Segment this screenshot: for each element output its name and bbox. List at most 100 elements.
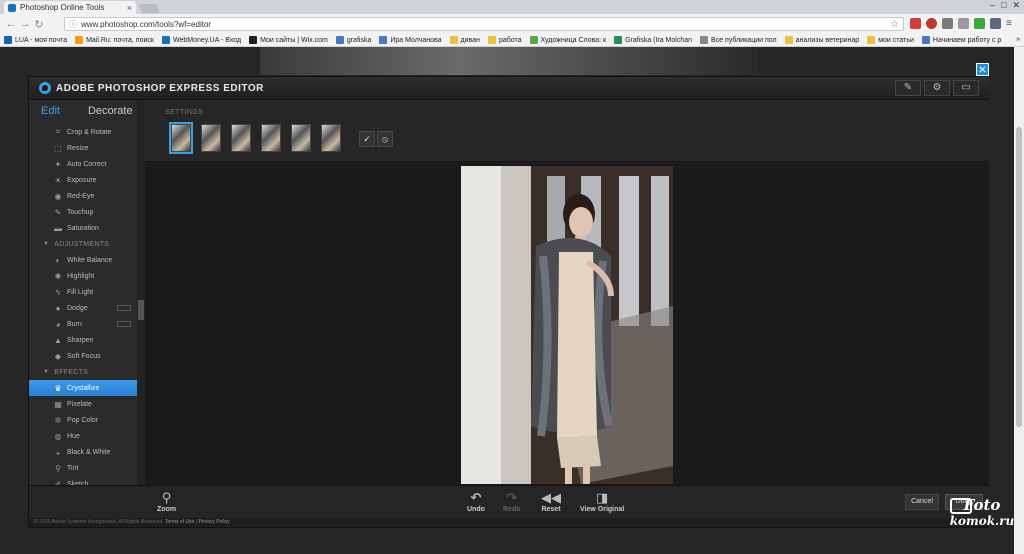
sidebar-item-soft-focus[interactable]: ◆ Soft Focus bbox=[29, 348, 137, 364]
sidebar-item-burn[interactable]: ◕ Burn bbox=[29, 316, 137, 332]
sidebar-scrollbar[interactable] bbox=[137, 100, 145, 510]
section-adjustments[interactable]: ▼ ADJUSTMENTS bbox=[29, 236, 137, 252]
photo-canvas[interactable] bbox=[461, 166, 673, 484]
preset-thumbnail[interactable] bbox=[169, 122, 193, 154]
bookmark-item[interactable]: диван bbox=[449, 36, 480, 44]
sidebar-item-touchup[interactable]: ✎ Touchup bbox=[29, 204, 137, 220]
bookmark-label: WebMoney.UA - Вход bbox=[172, 36, 242, 44]
redo-button[interactable]: ↷ Redo bbox=[503, 490, 521, 513]
reset-button[interactable]: ◀◀ Reset bbox=[541, 490, 561, 513]
sidebar-item-pop-color[interactable]: ✲ Pop Color bbox=[29, 412, 137, 428]
sidebar-item-tint[interactable]: ⚲ Tint bbox=[29, 460, 137, 476]
bookmark-item[interactable]: работа bbox=[487, 36, 522, 44]
tab-close-icon[interactable]: × bbox=[127, 3, 132, 13]
extension-icon[interactable] bbox=[942, 18, 953, 29]
brush-icon[interactable]: ✎ bbox=[895, 80, 921, 96]
cancel-button[interactable]: Cancel bbox=[905, 494, 939, 510]
close-window-button[interactable]: ✕ bbox=[1012, 0, 1020, 11]
extensions-area: ≡ bbox=[910, 18, 1017, 29]
bookmark-favicon-icon bbox=[161, 36, 170, 44]
url-field[interactable]: ⓘ www.photoshop.com/tools?wf=editor ☆ bbox=[64, 17, 904, 31]
browser-tab[interactable]: Photoshop Online Tools × bbox=[4, 1, 136, 14]
sidebar-item-crop-rotate[interactable]: ⌗ Crop & Rotate bbox=[29, 124, 137, 140]
bookmark-item[interactable]: Все публикации пол bbox=[700, 36, 777, 44]
scrollbar-thumb[interactable] bbox=[1016, 127, 1022, 427]
preset-thumbnail[interactable] bbox=[201, 124, 221, 152]
gear-icon[interactable]: ⚙ bbox=[924, 80, 950, 96]
brush-mode-toggle[interactable] bbox=[117, 305, 131, 311]
bookmark-favicon-icon bbox=[335, 36, 344, 44]
bookmark-item[interactable]: Начинаем работу с р bbox=[921, 36, 1001, 44]
browser-tab-bar: Photoshop Online Tools × – □ ✕ bbox=[0, 0, 1024, 14]
undo-button[interactable]: ↶ Undo bbox=[467, 490, 485, 513]
sidebar-item-pixelate[interactable]: ▦ Pixelate bbox=[29, 396, 137, 412]
extension-icon[interactable] bbox=[958, 18, 969, 29]
reset-settings-button[interactable]: ⦸ bbox=[377, 131, 393, 147]
minimize-button[interactable]: – bbox=[990, 0, 995, 11]
preset-thumbnail[interactable] bbox=[291, 124, 311, 152]
sidebar-item-saturation[interactable]: ▬ Saturation bbox=[29, 220, 137, 236]
preset-thumbnail[interactable] bbox=[261, 124, 281, 152]
extension-icon[interactable] bbox=[974, 18, 985, 29]
extension-icon[interactable] bbox=[910, 18, 921, 29]
sidebar-item-resize[interactable]: ⬚ Resize bbox=[29, 140, 137, 156]
canvas-area[interactable] bbox=[145, 163, 989, 510]
terms-link[interactable]: Terms of Use bbox=[165, 519, 194, 525]
forward-icon[interactable]: → bbox=[18, 18, 32, 30]
bookmark-item[interactable]: Художница Слова: к bbox=[529, 36, 606, 44]
sidebar-item-highlight[interactable]: ✺ Highlight bbox=[29, 268, 137, 284]
tab-edit[interactable]: Edit bbox=[41, 105, 60, 117]
extension-icon[interactable] bbox=[990, 18, 1001, 29]
bookmark-favicon-icon bbox=[784, 36, 793, 44]
reload-icon[interactable]: ↻ bbox=[32, 18, 46, 31]
page-info-icon[interactable]: ⓘ bbox=[69, 19, 77, 30]
sidebar-item-label: Fill Light bbox=[67, 288, 94, 296]
maximize-button[interactable]: □ bbox=[1001, 0, 1006, 11]
sidebar-item-red-eye[interactable]: ◉ Red-Eye bbox=[29, 188, 137, 204]
bookmark-favicon-icon bbox=[529, 36, 538, 44]
sidebar-item-dodge[interactable]: ● Dodge bbox=[29, 300, 137, 316]
sidebar-item-crystallize[interactable]: ♛ Crystallize bbox=[29, 380, 137, 396]
bookmark-favicon-icon bbox=[867, 36, 876, 44]
sidebar-item-label: Tint bbox=[67, 464, 79, 472]
sidebar-item-auto-correct[interactable]: ✦ Auto Correct bbox=[29, 156, 137, 172]
header-tools: ✎ ⚙ ▭ bbox=[895, 80, 979, 96]
sidebar-item-sharpen[interactable]: ▲ Sharpen bbox=[29, 332, 137, 348]
apply-button[interactable]: ✓ bbox=[359, 131, 375, 147]
sidebar-item-black-white[interactable]: ◒ Black & White bbox=[29, 444, 137, 460]
bookmark-item[interactable]: Mail.Ru: почта, поиск bbox=[75, 36, 154, 44]
preset-thumbnail[interactable] bbox=[321, 124, 341, 152]
brush-mode-toggle[interactable] bbox=[117, 321, 131, 327]
bookmark-item[interactable]: Мои сайты | Wix.com bbox=[249, 36, 328, 44]
menu-icon[interactable]: ≡ bbox=[1006, 18, 1017, 29]
privacy-link[interactable]: Privacy Policy bbox=[198, 519, 229, 525]
bookmark-item[interactable]: анализы ветеринар bbox=[784, 36, 859, 44]
new-tab-button[interactable] bbox=[138, 4, 160, 13]
view-original-button[interactable]: ◨ View Original bbox=[580, 490, 624, 513]
bookmarks-overflow[interactable]: » bbox=[1016, 36, 1020, 43]
bookmark-star-icon[interactable]: ☆ bbox=[890, 19, 899, 30]
bookmark-item[interactable]: мои статьи bbox=[867, 36, 914, 44]
section-effects[interactable]: ▼ EFFECTS bbox=[29, 364, 137, 380]
sidebar-item-white-balance[interactable]: ◐ White Balance bbox=[29, 252, 137, 268]
sidebar-scroll-thumb[interactable] bbox=[138, 300, 144, 320]
extension-icon[interactable] bbox=[926, 18, 937, 29]
sidebar-item-hue[interactable]: ◍ Hue bbox=[29, 428, 137, 444]
sidebar-item-fill-light[interactable]: ϟ Fill Light bbox=[29, 284, 137, 300]
browser-scrollbar[interactable] bbox=[1014, 47, 1024, 554]
sidebar-item-label: Dodge bbox=[67, 304, 88, 312]
preset-thumbnail[interactable] bbox=[231, 124, 251, 152]
bookmark-item[interactable]: grafiska bbox=[335, 36, 371, 44]
bookmark-item[interactable]: WebMoney.UA - Вход bbox=[161, 36, 242, 44]
rewind-icon: ◀◀ bbox=[541, 490, 561, 505]
back-icon[interactable]: ← bbox=[4, 18, 18, 30]
sidebar-item-exposure[interactable]: ☀ Exposure bbox=[29, 172, 137, 188]
close-editor-button[interactable]: ✕ bbox=[976, 63, 989, 76]
fullscreen-icon[interactable]: ▭ bbox=[953, 80, 979, 96]
bookmark-item[interactable]: LUA - моя почта bbox=[4, 36, 67, 44]
zoom-label: Zoom bbox=[157, 506, 177, 513]
bookmark-item[interactable]: Grafiska (Ira Molchan bbox=[614, 36, 692, 44]
tab-decorate[interactable]: Decorate bbox=[88, 105, 133, 117]
zoom-button[interactable]: ⚲ Zoom bbox=[157, 490, 176, 513]
bookmark-item[interactable]: Ира Молчанова bbox=[379, 36, 442, 44]
